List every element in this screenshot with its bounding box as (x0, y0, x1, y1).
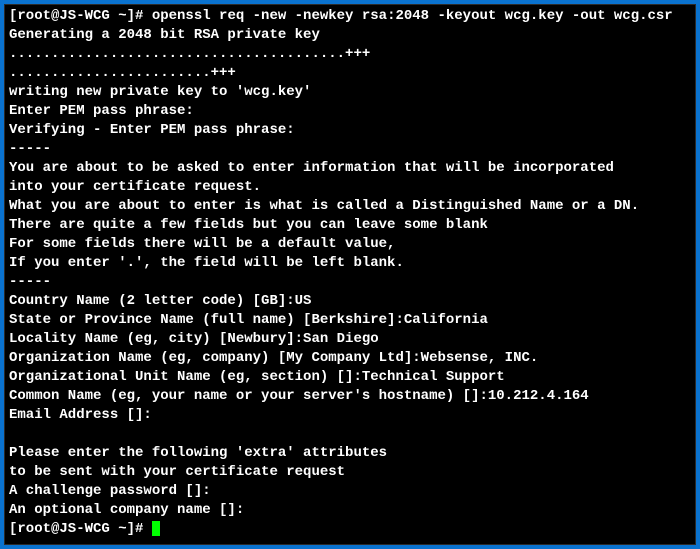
terminal-window[interactable]: [root@JS-WCG ~]# openssl req -new -newke… (4, 4, 696, 545)
output-line: Country Name (2 letter code) [GB]:US (9, 293, 311, 309)
output-line: Organizational Unit Name (eg, section) [… (9, 369, 505, 385)
output-line: State or Province Name (full name) [Berk… (9, 312, 488, 328)
output-line: For some fields there will be a default … (9, 236, 395, 252)
shell-prompt: [root@JS-WCG ~]# (9, 521, 152, 537)
output-line: writing new private key to 'wcg.key' (9, 84, 311, 100)
output-line: to be sent with your certificate request (9, 464, 345, 480)
output-line: A challenge password []: (9, 483, 211, 499)
output-line: Generating a 2048 bit RSA private key (9, 27, 320, 43)
output-line: ----- (9, 141, 51, 157)
output-line: Please enter the following 'extra' attri… (9, 445, 387, 461)
output-line: Locality Name (eg, city) [Newbury]:San D… (9, 331, 379, 347)
output-line: Email Address []: (9, 407, 152, 423)
shell-prompt: [root@JS-WCG ~]# (9, 8, 152, 24)
output-line: ----- (9, 274, 51, 290)
output-line: ........................................… (9, 46, 370, 62)
output-line: Enter PEM pass phrase: (9, 103, 194, 119)
output-line: into your certificate request. (9, 179, 261, 195)
cursor-icon (152, 521, 160, 536)
output-line: Common Name (eg, your name or your serve… (9, 388, 589, 404)
command-text: openssl req -new -newkey rsa:2048 -keyou… (152, 8, 673, 24)
output-line: An optional company name []: (9, 502, 244, 518)
output-line: If you enter '.', the field will be left… (9, 255, 404, 271)
output-line: ........................+++ (9, 65, 236, 81)
output-line: Verifying - Enter PEM pass phrase: (9, 122, 295, 138)
output-line: What you are about to enter is what is c… (9, 198, 639, 214)
output-line: You are about to be asked to enter infor… (9, 160, 614, 176)
output-line: There are quite a few fields but you can… (9, 217, 488, 233)
output-line: Organization Name (eg, company) [My Comp… (9, 350, 538, 366)
